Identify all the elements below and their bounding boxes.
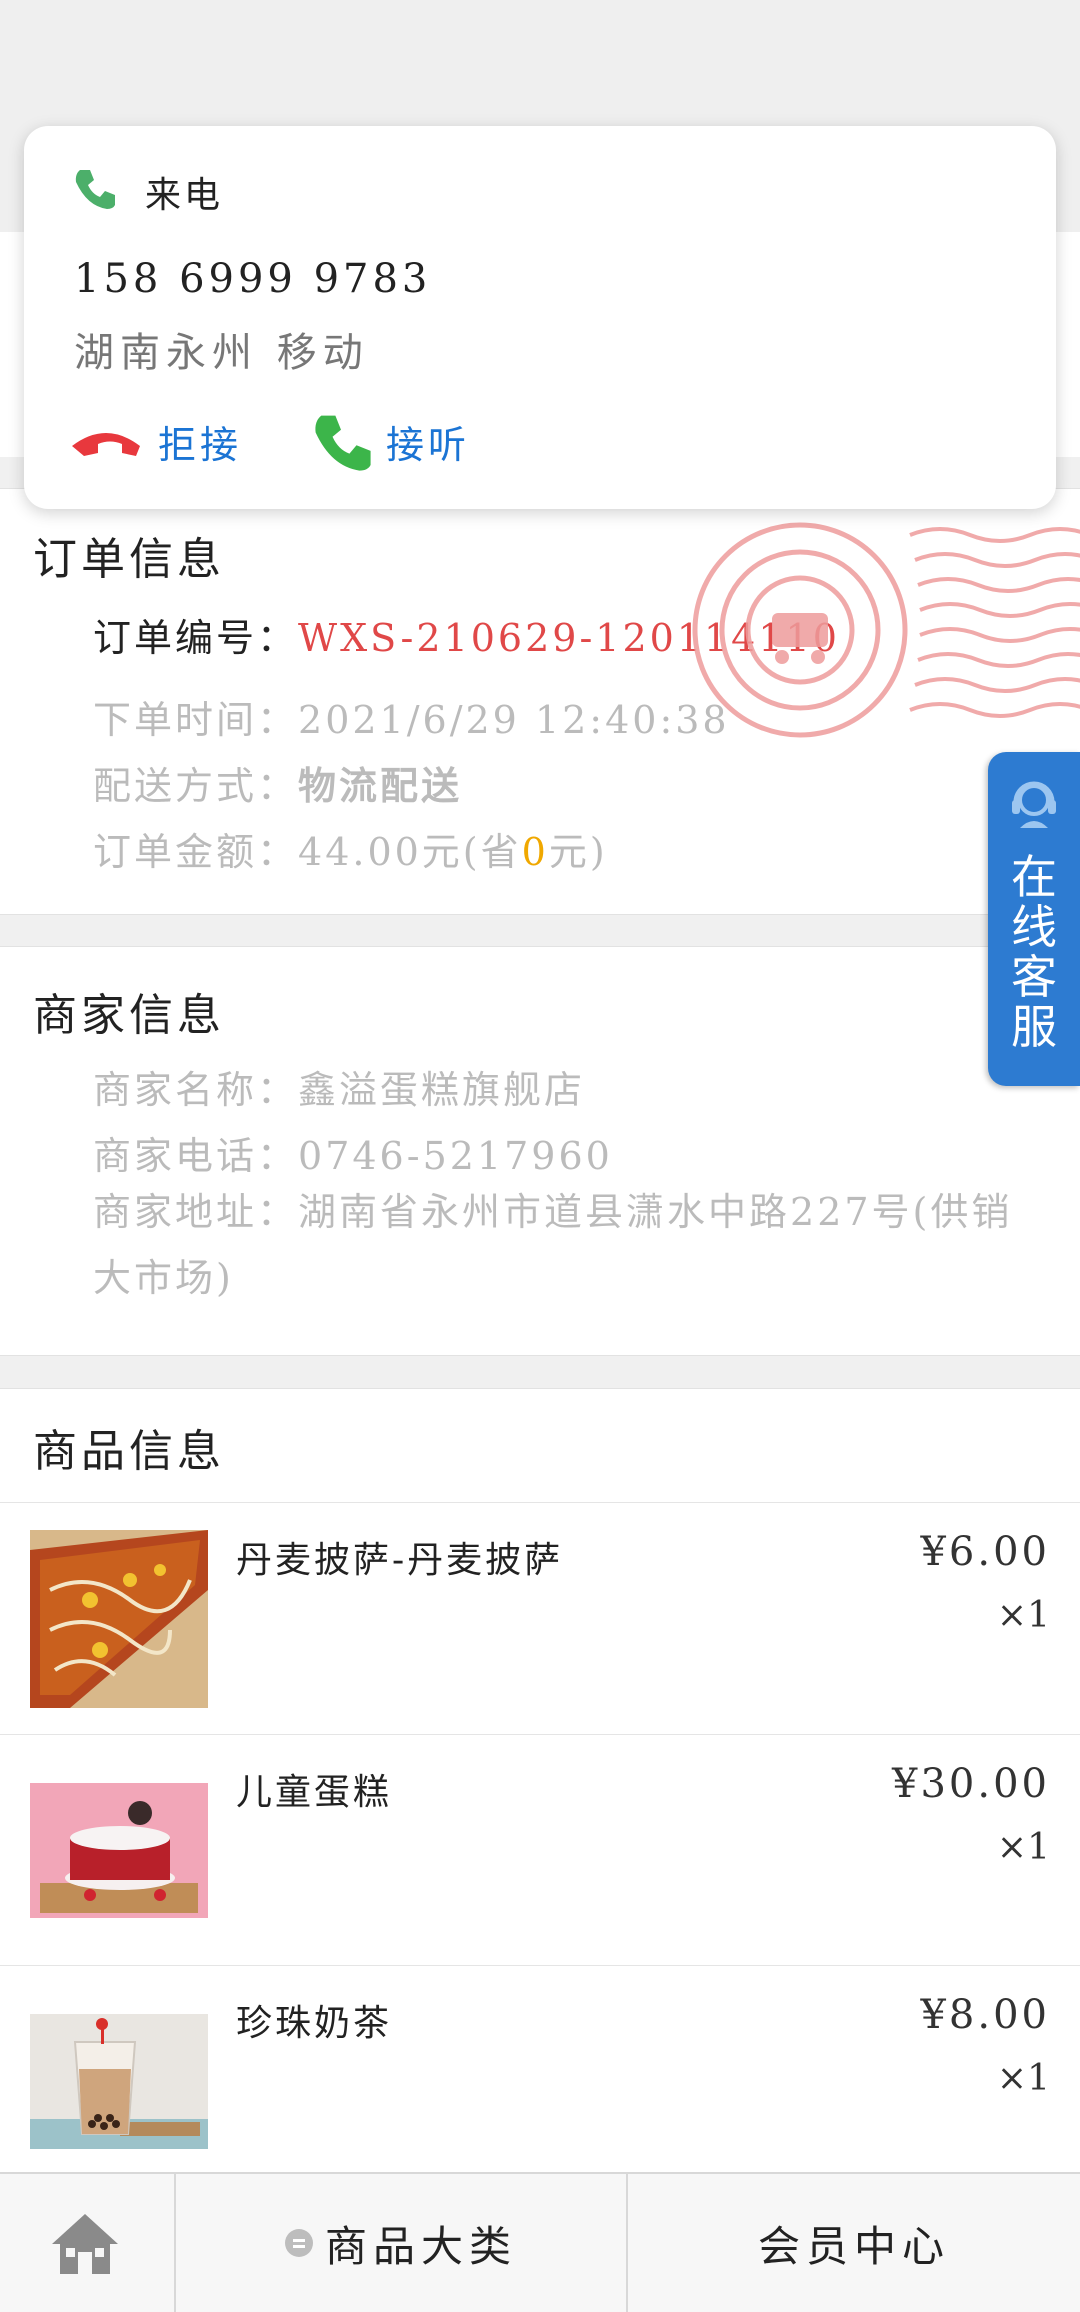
goods-info-section: 商品信息 丹麦披萨-丹麦披萨 ¥6.00 ×1 儿童蛋糕 ¥30.00 ×1 珍…: [0, 1388, 1080, 2190]
goods-item[interactable]: 珍珠奶茶 ¥8.00 ×1: [0, 1965, 1080, 2196]
amount-label: 订单金额：: [93, 830, 299, 874]
merchant-name-row: 商家名称：鑫溢蛋糕旗舰店: [93, 1059, 585, 1114]
home-icon: [52, 2214, 118, 2274]
nav-category-button[interactable]: 商品大类: [176, 2174, 628, 2312]
reject-call-button[interactable]: 拒接: [68, 406, 242, 476]
goods-info-title: 商品信息: [33, 1426, 225, 1477]
nav-category-label: 商品大类: [324, 2221, 517, 2271]
merchant-phone-row[interactable]: 商家电话：0746-5217960: [93, 1125, 613, 1180]
nav-member-label: 会员中心: [757, 2221, 950, 2271]
goods-name: 珍珠奶茶: [236, 2003, 393, 2044]
goods-quantity: ×1: [996, 2058, 1050, 2099]
online-service-label: 在线客服: [1011, 850, 1057, 1054]
answer-call-label: 接听: [386, 422, 471, 467]
incoming-call-card[interactable]: 来电 158 6999 9783 湖南永州 移动 拒接 接听: [24, 126, 1056, 509]
delivery-row: 配送方式：物流配送: [93, 755, 462, 810]
goods-item[interactable]: 丹麦披萨-丹麦披萨 ¥6.00 ×1: [0, 1502, 1080, 1733]
phone-icon: [75, 170, 115, 209]
bottom-nav: 商品大类 会员中心: [0, 2172, 1080, 2312]
goods-item[interactable]: 儿童蛋糕 ¥30.00 ×1: [0, 1734, 1080, 1965]
merchant-address-label: 商家地址：: [93, 1190, 299, 1234]
amount-suffix: 元): [548, 830, 608, 874]
caller-number: 158 6999 9783: [74, 256, 432, 302]
incoming-call-label: 来电: [145, 175, 224, 216]
order-info-title: 订单信息: [33, 534, 225, 585]
merchant-address-row: 商家地址：湖南省永州市道县潇水中路227号(供销大市场): [93, 1179, 1053, 1311]
merchant-phone-label: 商家电话：: [93, 1134, 299, 1178]
milk-tea-thumbnail: [30, 2014, 208, 2149]
reject-call-label: 拒接: [158, 422, 243, 467]
delivery-value: 物流配送: [298, 763, 463, 808]
amount-row: 订单金额：44.00元(省0元): [93, 821, 608, 876]
goods-name: 丹麦披萨-丹麦披萨: [236, 1540, 564, 1581]
answer-call-button[interactable]: 接听: [310, 406, 470, 476]
kids-cake-thumbnail: [30, 1783, 208, 1918]
merchant-phone-value[interactable]: 0746-5217960: [298, 1134, 613, 1178]
collection-stamp-icon: [692, 522, 1080, 738]
merchant-name-value: 鑫溢蛋糕旗舰店: [298, 1068, 586, 1112]
merchant-name-label: 商家名称：: [93, 1068, 299, 1112]
hang-up-icon: [72, 433, 140, 456]
nav-member-center-button[interactable]: 会员中心: [628, 2174, 1080, 2312]
headset-agent-icon: [1012, 781, 1056, 828]
nav-home-button[interactable]: [0, 2174, 176, 2312]
order-time-value: 2021/6/29 12:40:38: [298, 698, 730, 742]
goods-name: 儿童蛋糕: [236, 1772, 393, 1813]
goods-quantity: ×1: [996, 1595, 1050, 1636]
merchant-info-title: 商家信息: [33, 990, 225, 1041]
answer-phone-icon: [315, 415, 371, 471]
order-time-row: 下单时间：2021/6/29 12:40:38: [93, 689, 730, 744]
goods-price: ¥8.00: [920, 1992, 1050, 2038]
order-time-label: 下单时间：: [93, 698, 299, 742]
goods-price: ¥6.00: [920, 1529, 1050, 1575]
goods-price: ¥30.00: [892, 1761, 1050, 1807]
saved-amount: 0: [521, 830, 549, 874]
caller-location: 湖南永州 移动: [74, 330, 369, 376]
delivery-label: 配送方式：: [93, 764, 299, 808]
goods-quantity: ×1: [996, 1827, 1050, 1868]
merchant-info-section: 商家信息 商家名称：鑫溢蛋糕旗舰店 商家电话：0746-5217960 商家地址…: [0, 946, 1080, 1356]
order-number-label: 订单编号：: [93, 616, 299, 660]
pizza-thumbnail: [30, 1530, 208, 1708]
online-service-button[interactable]: 在线客服: [988, 752, 1080, 1086]
menu-circle-icon: [284, 2229, 313, 2257]
amount-value: 44.00元(省: [298, 830, 522, 874]
